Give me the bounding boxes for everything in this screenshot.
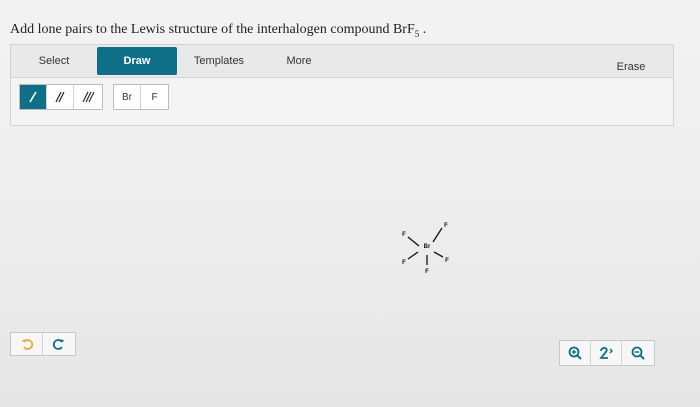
tab-more[interactable]: More — [259, 47, 339, 75]
tab-select[interactable]: Select — [14, 47, 94, 75]
atom-f-upper-left[interactable]: F — [402, 232, 406, 238]
bond-upper-left[interactable] — [407, 236, 420, 247]
single-bond-icon — [29, 91, 37, 103]
redo-icon — [52, 339, 65, 350]
single-bond-button[interactable] — [20, 85, 47, 109]
reset-zoom-button[interactable] — [591, 341, 622, 365]
bond-upper-right[interactable] — [432, 227, 443, 243]
atom-button-f[interactable]: F — [141, 85, 168, 109]
bond-tool-group — [19, 84, 103, 110]
tab-bar: Select Draw Templates More Erase — [11, 45, 673, 78]
triple-bond-button[interactable] — [74, 85, 101, 109]
bond-lower-right[interactable] — [433, 251, 444, 258]
reset-zoom-icon — [599, 347, 613, 359]
zoom-controls — [559, 340, 655, 366]
question-suffix: . — [419, 22, 427, 37]
undo-icon — [21, 339, 33, 350]
double-bond-button[interactable] — [47, 85, 74, 109]
drawing-toolbar: Select Draw Templates More Erase Br F — [10, 44, 674, 126]
zoom-in-icon — [568, 346, 582, 360]
tab-erase[interactable]: Erase — [591, 53, 671, 81]
atom-br[interactable]: Br — [424, 244, 431, 250]
triple-bond-icon — [82, 91, 94, 103]
zoom-in-button[interactable] — [560, 341, 591, 365]
double-bond-icon — [55, 91, 65, 103]
atom-f-bottom[interactable]: F — [425, 269, 429, 275]
question-main: Add lone pairs to the Lewis structure of… — [10, 22, 415, 37]
atom-button-br[interactable]: Br — [114, 85, 141, 109]
question-text: Add lone pairs to the Lewis structure of… — [10, 22, 426, 39]
atom-f-lower-right[interactable]: F — [445, 258, 449, 264]
history-controls — [10, 332, 76, 356]
zoom-out-button[interactable] — [622, 341, 653, 365]
tab-draw[interactable]: Draw — [97, 47, 177, 75]
tab-templates[interactable]: Templates — [179, 47, 259, 75]
bond-lower-left[interactable] — [407, 251, 419, 260]
redo-button[interactable] — [43, 333, 75, 355]
atom-tool-group: Br F — [113, 84, 169, 110]
zoom-out-icon — [631, 346, 645, 360]
undo-button[interactable] — [11, 333, 43, 355]
page: Add lone pairs to the Lewis structure of… — [0, 0, 700, 407]
atom-f-lower-left[interactable]: F — [402, 260, 406, 266]
atom-f-upper-right[interactable]: F — [444, 223, 448, 229]
brf5-molecule[interactable]: Br F F F F F — [370, 215, 470, 285]
